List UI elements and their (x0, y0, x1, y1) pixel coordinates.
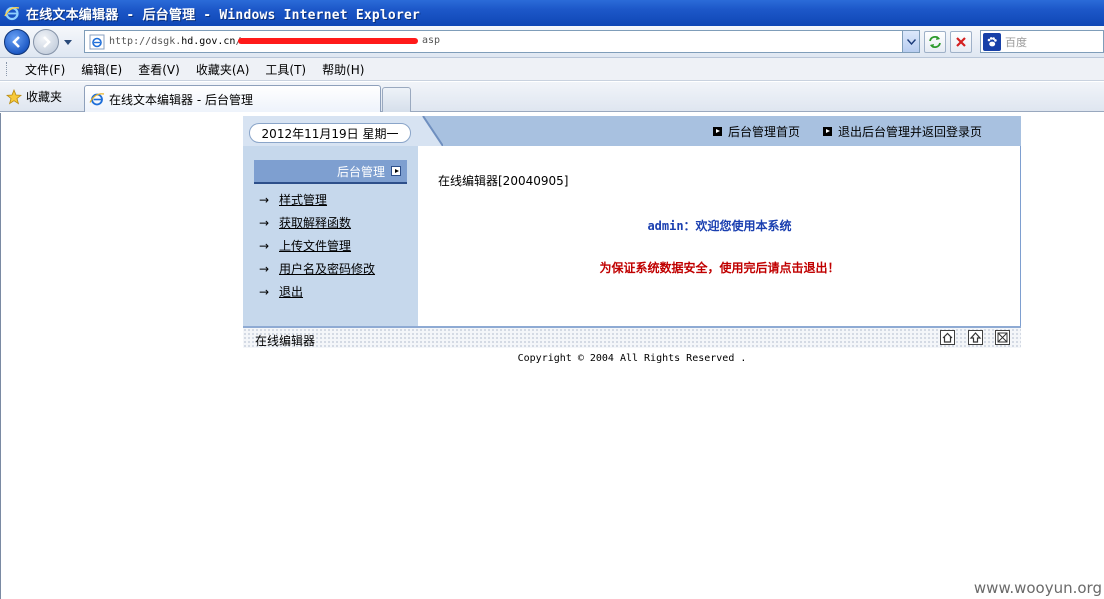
search-input[interactable]: 百度 (980, 30, 1104, 53)
footer-bar: 在线编辑器 (243, 326, 1021, 348)
security-warning: 为保证系统数据安全，使用完后请点击退出！ (599, 261, 840, 275)
menu-tools[interactable]: 工具(T) (257, 61, 314, 78)
sidebar-item-upload-files[interactable]: → 上传文件管理 (259, 234, 375, 257)
logout-return-link[interactable]: 退出后台管理并返回登录页 (823, 123, 982, 140)
sidebar-item-label: 用户名及密码修改 (279, 262, 376, 276)
baidu-paw-icon (983, 32, 1001, 51)
date-display: 2012年11月19日 星期一 (249, 123, 411, 143)
scroll-top-icon[interactable] (968, 330, 983, 345)
sidebar-item-logout[interactable]: → 退出 (259, 280, 375, 303)
footer-app-name: 在线编辑器 (255, 334, 316, 348)
stop-icon (956, 37, 966, 47)
menu-help[interactable]: 帮助(H) (314, 61, 372, 78)
forward-button[interactable] (33, 29, 59, 55)
history-dropdown-icon[interactable] (62, 36, 74, 48)
right-arrow-icon: → (259, 215, 270, 230)
sidebar-item-change-password[interactable]: → 用户名及密码修改 (259, 257, 375, 280)
tab-bar: 收藏夹 在线文本编辑器 - 后台管理 (0, 82, 1104, 112)
url-text: http://dsgk.hd.gov.cn/ (109, 36, 241, 47)
sidebar-header: 后台管理 (254, 160, 407, 184)
search-placeholder: 百度 (1005, 35, 1027, 49)
url-redaction (238, 38, 418, 44)
source-watermark: www.wooyun.org (973, 579, 1102, 597)
url-suffix: asp (422, 35, 441, 46)
welcome-message: admin：欢迎您使用本系统 (647, 219, 792, 233)
favorites-star-icon (6, 88, 22, 105)
right-arrow-icon: → (259, 192, 270, 207)
forward-arrow-icon (43, 36, 51, 48)
sidebar-item-style-management[interactable]: → 样式管理 (259, 188, 375, 211)
sidebar-item-label: 上传文件管理 (279, 239, 352, 253)
date-text: 2012年11月19日 星期一 (261, 126, 399, 141)
right-arrow-icon: → (259, 284, 270, 299)
page-viewport: 2012年11月19日 星期一 后台管理首页 退出后台管理并返回登录页 后台管理… (0, 113, 1104, 599)
sidebar-item-label: 获取解释函数 (279, 216, 352, 230)
stop-button[interactable] (950, 31, 972, 53)
sidebar-item-label: 样式管理 (279, 193, 328, 207)
refresh-icon (929, 36, 941, 48)
sidebar-item-label: 退出 (279, 285, 304, 299)
menu-file[interactable]: 文件(F) (17, 61, 73, 78)
arrow-square-icon (713, 127, 722, 136)
copyright-text: Copyright © 2004 All Rights Reserved . (517, 353, 747, 364)
right-arrow-icon: → (259, 261, 270, 276)
menu-view[interactable]: 查看(V) (130, 61, 188, 78)
menu-edit[interactable]: 编辑(E) (73, 61, 130, 78)
main-panel: 在线编辑器[20040905] admin：欢迎您使用本系统 为保证系统数据安全… (418, 146, 1021, 326)
address-toolbar: http://dsgk.hd.gov.cn/ asp 百 (0, 26, 1104, 58)
sidebar-menu: → 样式管理 → 获取解释函数 → 上传文件管理 → 用户名及密码修改 → 退出 (259, 188, 375, 303)
editor-admin-page: 2012年11月19日 星期一 后台管理首页 退出后台管理并返回登录页 后台管理… (243, 116, 1021, 366)
admin-home-label: 后台管理首页 (728, 125, 801, 139)
home-icon[interactable] (940, 330, 955, 345)
favorites-button[interactable]: 收藏夹 (6, 88, 62, 105)
right-arrow-icon: → (259, 238, 270, 253)
sidebar-item-get-functions[interactable]: → 获取解释函数 (259, 211, 375, 234)
admin-home-link[interactable]: 后台管理首页 (713, 123, 800, 140)
toolbar-grip (6, 62, 9, 76)
back-button[interactable] (4, 29, 30, 55)
favorites-label: 收藏夹 (26, 90, 63, 104)
admin-sidebar: 后台管理 → 样式管理 → 获取解释函数 → 上传文件管理 → 用户名及密码修改… (243, 146, 418, 326)
expand-arrow-icon (391, 166, 401, 176)
address-input[interactable]: http://dsgk.hd.gov.cn/ asp (84, 30, 920, 53)
editor-version: 在线编辑器[20040905] (438, 174, 569, 188)
menu-bar: 文件(F) 编辑(E) 查看(V) 收藏夹(A) 工具(T) 帮助(H) (0, 58, 1104, 81)
refresh-button[interactable] (924, 31, 946, 53)
ie-logo-icon (4, 6, 20, 21)
sidebar-header-label: 后台管理 (336, 164, 385, 179)
arrow-square-icon (823, 127, 832, 136)
tab-label: 在线文本编辑器 - 后台管理 (109, 92, 253, 107)
address-dropdown-button[interactable] (902, 31, 919, 52)
ie-page-icon (89, 34, 105, 49)
chevron-down-icon (906, 38, 916, 45)
top-banner: 2012年11月19日 星期一 后台管理首页 退出后台管理并返回登录页 (243, 116, 1021, 146)
close-icon[interactable] (995, 330, 1010, 345)
logout-return-label: 退出后台管理并返回登录页 (838, 125, 983, 139)
tab-active[interactable]: 在线文本编辑器 - 后台管理 (84, 85, 381, 112)
ie-page-icon (89, 93, 105, 106)
menu-favorites[interactable]: 收藏夹(A) (188, 61, 258, 78)
new-tab-button[interactable] (382, 87, 411, 112)
window-title: 在线文本编辑器 - 后台管理 - Windows Internet Explor… (26, 7, 421, 23)
back-arrow-icon (12, 36, 20, 48)
window-titlebar: 在线文本编辑器 - 后台管理 - Windows Internet Explor… (0, 0, 1104, 26)
